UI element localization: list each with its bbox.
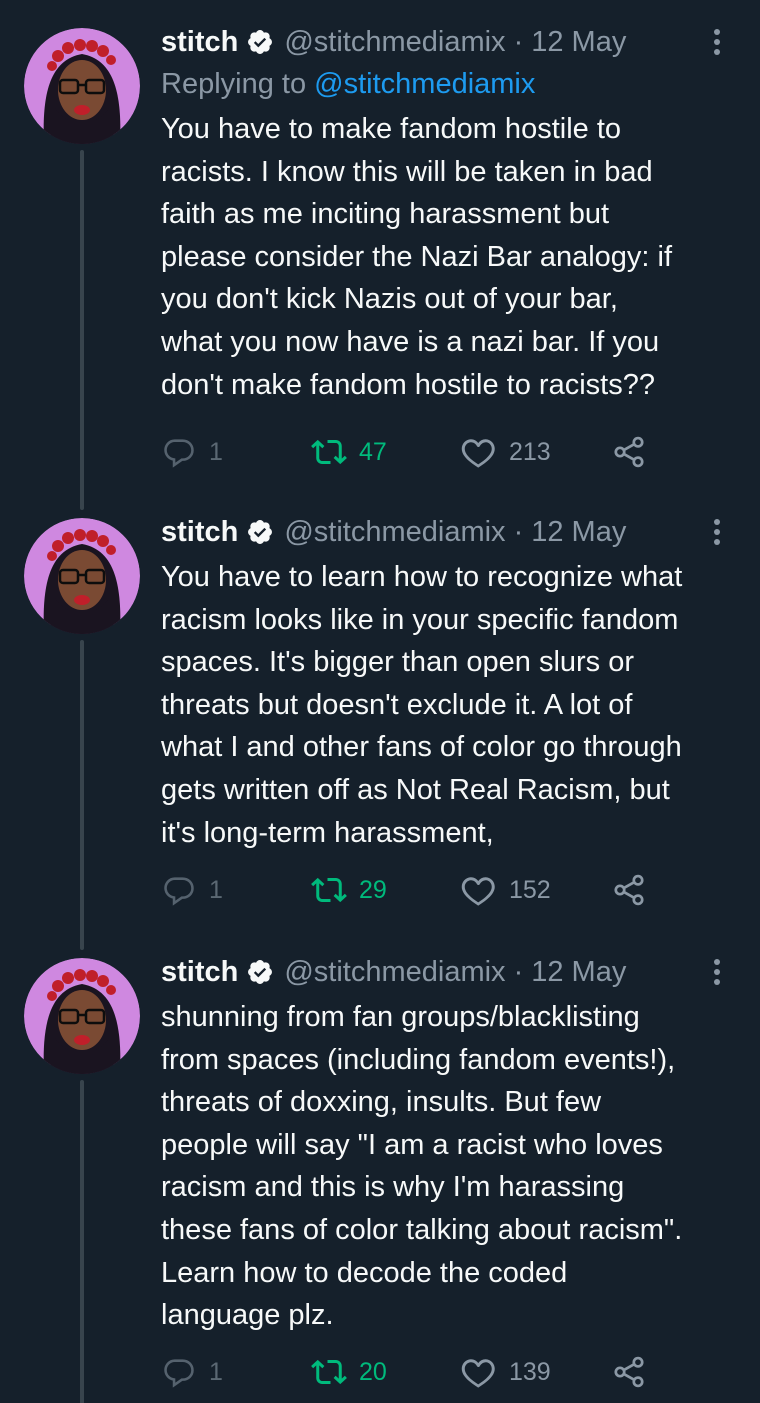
reply-button[interactable]: 1: [161, 872, 311, 908]
reply-count: 1: [209, 437, 223, 466]
like-button[interactable]: 139: [461, 1354, 611, 1390]
avatar[interactable]: [24, 518, 140, 634]
tweet-actions: 1 20 139: [161, 1352, 659, 1392]
tweet-text: You have to learn how to recognize what …: [161, 561, 683, 849]
share-button[interactable]: [611, 434, 659, 470]
thread-connector-line: [80, 1080, 84, 1403]
reply-icon: [161, 434, 197, 470]
tweet-2[interactable]: stitch @stitchmediamix · 12 May You have…: [0, 490, 760, 950]
tweet-body: stitch @stitchmediamix · 12 May You have…: [161, 512, 742, 854]
like-icon: [461, 872, 497, 908]
retweet-icon: [311, 872, 347, 908]
like-button[interactable]: 152: [461, 872, 611, 908]
tweet-text: shunning from fan groups/blacklisting fr…: [161, 1001, 683, 1332]
display-name[interactable]: stitch: [161, 956, 238, 989]
like-button[interactable]: 213: [461, 434, 611, 470]
tweet-text: You have to make fandom hostile to racis…: [161, 113, 673, 401]
separator-dot: ·: [513, 955, 524, 988]
tweet-actions: 1 29 152: [161, 870, 659, 910]
like-count: 152: [509, 875, 551, 904]
reply-button[interactable]: 1: [161, 434, 311, 470]
avatar[interactable]: [24, 958, 140, 1074]
handle[interactable]: @stitchmediamix: [284, 516, 505, 549]
retweet-button[interactable]: 47: [311, 434, 461, 470]
share-icon: [611, 1354, 647, 1390]
thread-connector-line: [80, 150, 84, 510]
avatar-image: [24, 518, 140, 634]
avatar-image: [24, 958, 140, 1074]
share-icon: [611, 434, 647, 470]
tweet-header: stitch @stitchmediamix · 12 May: [161, 952, 742, 992]
tweet-1[interactable]: stitch @stitchmediamix · 12 May Replying…: [0, 0, 760, 510]
avatar-image: [24, 28, 140, 144]
handle[interactable]: @stitchmediamix: [284, 26, 505, 59]
like-count: 139: [509, 1357, 551, 1386]
verified-badge-icon: [248, 520, 273, 544]
retweet-count: 29: [359, 875, 387, 904]
timestamp[interactable]: 12 May: [531, 956, 626, 989]
tweet-thread: stitch @stitchmediamix · 12 May Replying…: [0, 0, 760, 1403]
tweet-3[interactable]: stitch @stitchmediamix · 12 May shunning…: [0, 930, 760, 1403]
verified-badge-icon: [248, 30, 273, 54]
retweet-button[interactable]: 20: [311, 1354, 461, 1390]
replying-to-link[interactable]: @stitchmediamix: [314, 68, 535, 100]
separator-dot: ·: [513, 515, 524, 548]
timestamp[interactable]: 12 May: [531, 516, 626, 549]
retweet-icon: [311, 1354, 347, 1390]
verified-badge-icon: [248, 960, 273, 984]
separator-dot: ·: [513, 25, 524, 58]
share-button[interactable]: [611, 1354, 659, 1390]
retweet-button[interactable]: 29: [311, 872, 461, 908]
like-icon: [461, 1354, 497, 1390]
tweet-actions: 1 47 213: [161, 432, 659, 472]
more-icon[interactable]: [702, 22, 732, 62]
replying-to: Replying to @stitchmediamix: [161, 64, 742, 104]
like-count: 213: [509, 437, 551, 466]
replying-to-label: Replying to: [161, 68, 315, 100]
reply-icon: [161, 872, 197, 908]
reply-icon: [161, 1354, 197, 1390]
share-icon: [611, 872, 647, 908]
like-icon: [461, 434, 497, 470]
reply-count: 1: [209, 875, 223, 904]
tweet-header: stitch @stitchmediamix · 12 May: [161, 512, 742, 552]
display-name[interactable]: stitch: [161, 516, 238, 549]
more-icon[interactable]: [702, 512, 732, 552]
tweet-body: stitch @stitchmediamix · 12 May shunning…: [161, 952, 742, 1337]
avatar[interactable]: [24, 28, 140, 144]
reply-count: 1: [209, 1357, 223, 1386]
timestamp[interactable]: 12 May: [531, 26, 626, 59]
share-button[interactable]: [611, 872, 659, 908]
handle[interactable]: @stitchmediamix: [284, 956, 505, 989]
thread-connector-line: [80, 640, 84, 950]
retweet-icon: [311, 434, 347, 470]
display-name[interactable]: stitch: [161, 26, 238, 59]
more-icon[interactable]: [702, 952, 732, 992]
tweet-body: stitch @stitchmediamix · 12 May Replying…: [161, 22, 742, 406]
retweet-count: 20: [359, 1357, 387, 1386]
retweet-count: 47: [359, 437, 387, 466]
tweet-header: stitch @stitchmediamix · 12 May: [161, 22, 742, 62]
reply-button[interactable]: 1: [161, 1354, 311, 1390]
